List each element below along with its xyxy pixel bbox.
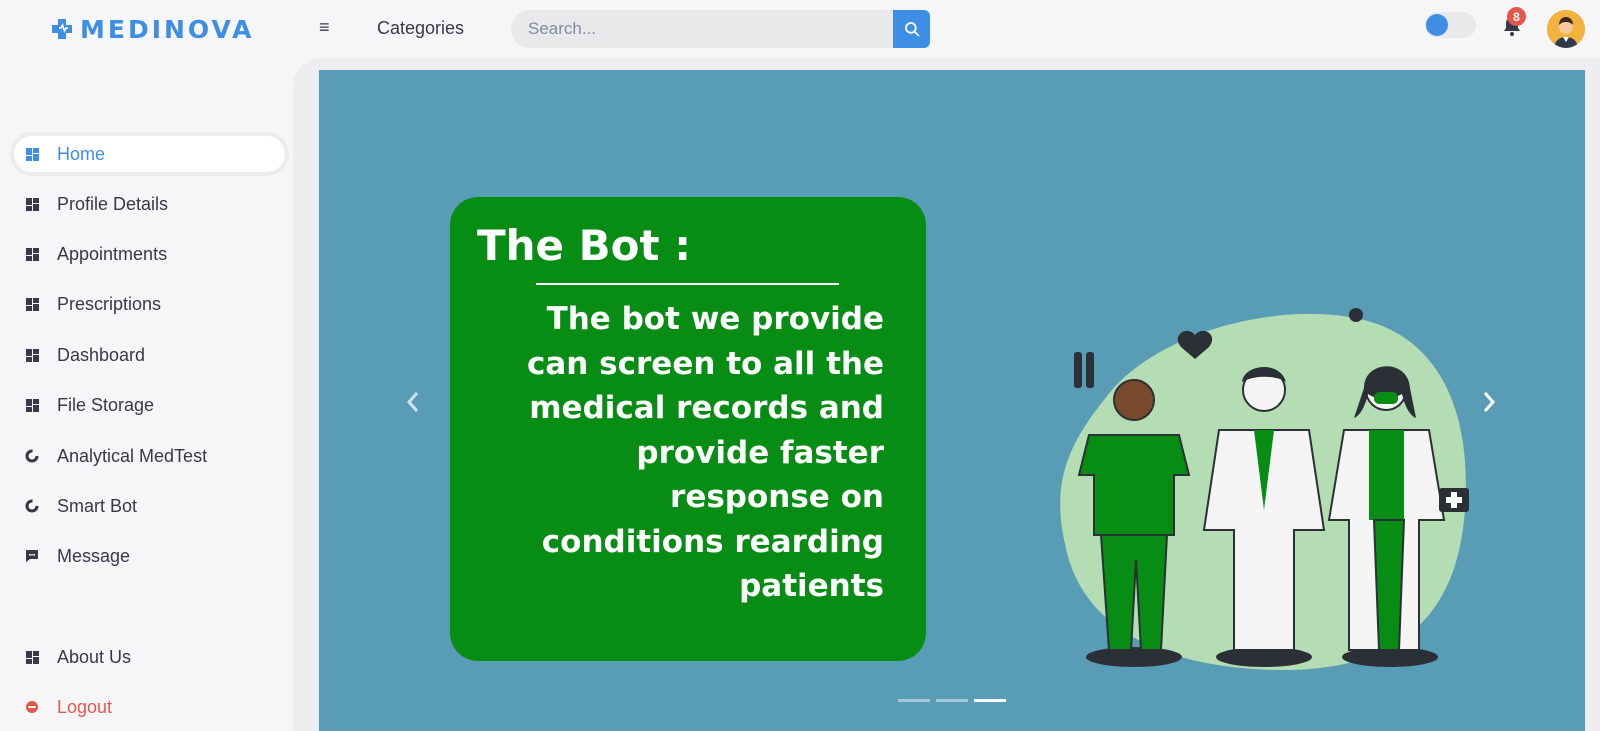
sidebar-item-label: About Us xyxy=(57,646,132,667)
notification-badge: 8 xyxy=(1507,7,1526,26)
categories-link[interactable]: Categories xyxy=(377,18,464,39)
sidebar-item-analytical-medtest[interactable]: Analytical MedTest xyxy=(10,434,289,478)
carousel-indicator[interactable] xyxy=(936,699,968,702)
sidebar-item-profile-details[interactable]: Profile Details xyxy=(10,182,289,226)
avatar[interactable] xyxy=(1547,10,1585,48)
carousel-indicator-active[interactable] xyxy=(974,699,1006,702)
sidebar-item-smart-bot[interactable]: Smart Bot xyxy=(10,484,289,528)
slide-divider xyxy=(536,283,839,285)
brand-name: MEDINOVA xyxy=(80,14,255,44)
sidebar-item-message[interactable]: Message xyxy=(10,534,289,578)
doctors-illustration xyxy=(1060,308,1469,670)
chevron-left-icon xyxy=(406,392,419,412)
grid-icon xyxy=(25,297,39,311)
grid-icon xyxy=(25,247,39,261)
sidebar-item-label: Dashboard xyxy=(57,344,146,365)
search-bar xyxy=(511,10,930,48)
sidebar-item-logout[interactable]: Logout xyxy=(10,685,289,729)
slide-card: The Bot : The bot we provide can screen … xyxy=(450,197,926,661)
top-bar: MEDINOVA ≡ Categories 8 xyxy=(0,0,1600,58)
sidebar-item-label: Message xyxy=(57,545,131,566)
sidebar-item-label: Home xyxy=(57,143,106,164)
brand-logo[interactable]: MEDINOVA xyxy=(50,14,255,44)
sidebar-item-home[interactable]: Home xyxy=(10,132,289,176)
sidebar-item-label: Logout xyxy=(57,696,113,717)
medical-cross-icon xyxy=(52,19,72,39)
slide-title: The Bot : xyxy=(477,221,692,270)
sidebar-item-label: Analytical MedTest xyxy=(57,445,208,466)
donut-chart-icon xyxy=(25,449,39,463)
sidebar-item-prescriptions[interactable]: Prescriptions xyxy=(10,282,289,326)
sidebar-item-label: Appointments xyxy=(57,243,168,264)
chat-icon xyxy=(25,549,39,563)
sidebar-item-label: Smart Bot xyxy=(57,495,138,516)
carousel-indicators xyxy=(898,699,1006,702)
sidebar-item-about-us[interactable]: About Us xyxy=(10,635,289,679)
grid-icon xyxy=(25,650,39,664)
grid-icon xyxy=(25,348,39,362)
donut-chart-icon xyxy=(25,499,39,513)
hero-carousel: The Bot : The bot we provide can screen … xyxy=(319,70,1585,731)
search-input[interactable] xyxy=(511,10,893,48)
sidebar-item-appointments[interactable]: Appointments xyxy=(10,232,289,276)
slide-body: The bot we provide can screen to all the… xyxy=(527,301,884,604)
carousel-indicator[interactable] xyxy=(898,699,930,702)
sidebar-item-label: Profile Details xyxy=(57,193,169,214)
theme-toggle[interactable] xyxy=(1425,12,1476,38)
sidebar-item-dashboard[interactable]: Dashboard xyxy=(10,333,289,377)
toggle-knob xyxy=(1426,14,1448,36)
carousel-prev-button[interactable] xyxy=(399,386,427,418)
sidebar-item-label: File Storage xyxy=(57,394,155,415)
logout-icon xyxy=(25,700,39,714)
grid-icon xyxy=(25,197,39,211)
hamburger-icon[interactable]: ≡ xyxy=(319,17,337,37)
grid-icon xyxy=(25,147,39,161)
sidebar-item-label: Prescriptions xyxy=(57,293,162,314)
search-icon xyxy=(904,22,919,37)
sidebar-item-file-storage[interactable]: File Storage xyxy=(10,383,289,427)
grid-icon xyxy=(25,398,39,412)
search-button[interactable] xyxy=(893,10,930,48)
